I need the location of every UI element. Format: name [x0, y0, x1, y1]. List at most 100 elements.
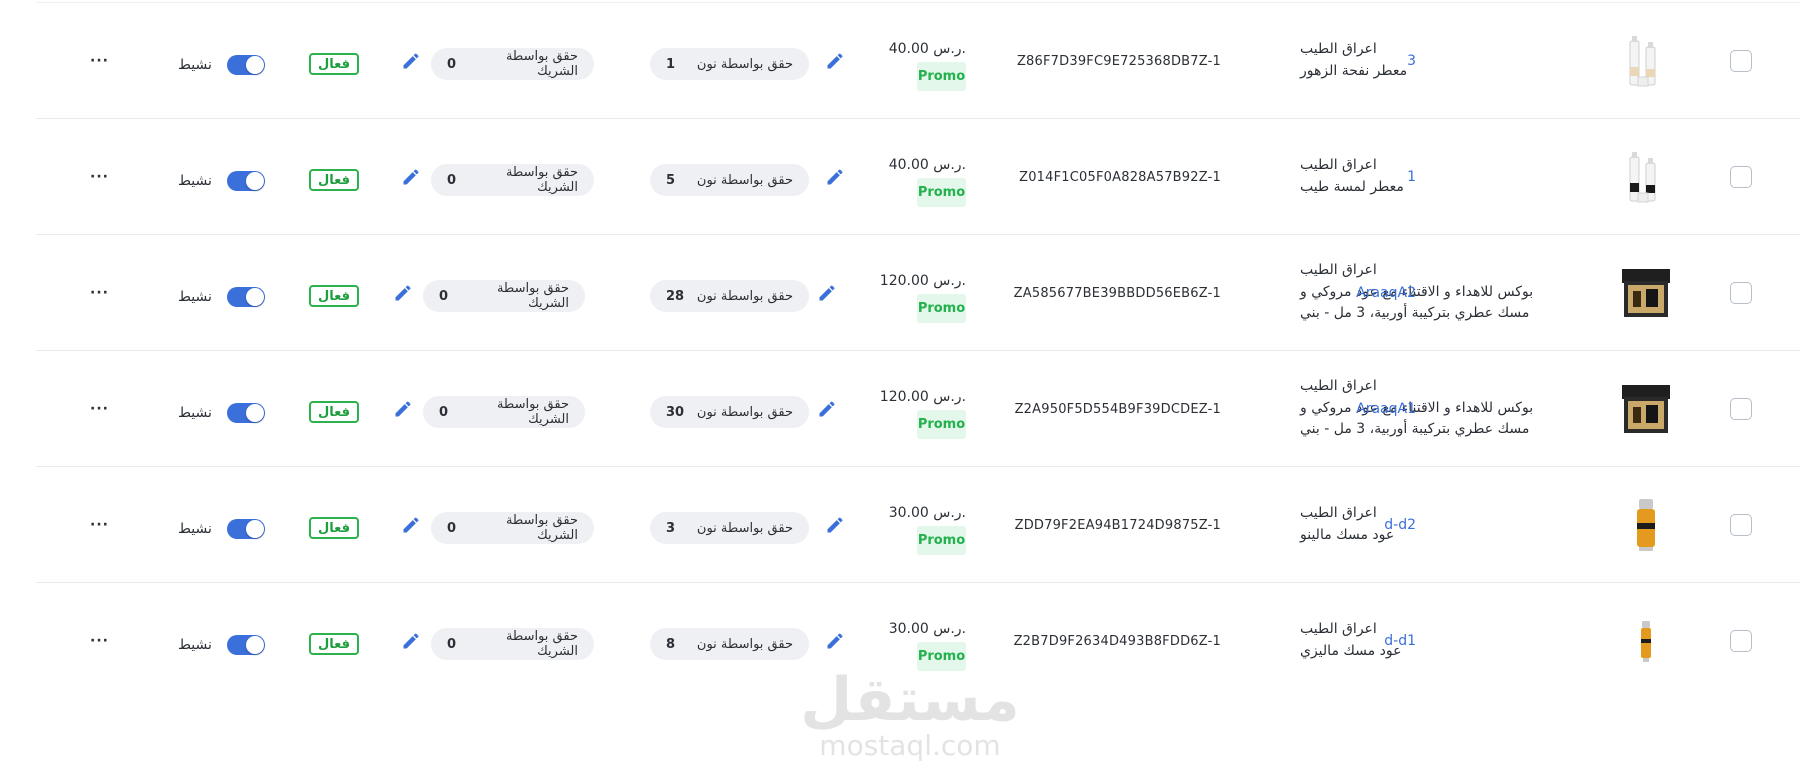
toggle-knob	[246, 172, 264, 190]
price: 120.00 ر.س.	[816, 273, 966, 289]
edit-stock-pencil-icon[interactable]	[401, 167, 421, 187]
noon-fulfilled-qty: 1	[666, 56, 676, 72]
edit-price-pencil-icon[interactable]	[825, 515, 845, 535]
partner-fulfilled-pill: حقق بواسطة الشريك 0	[431, 628, 594, 660]
more-actions-icon[interactable]: ···	[90, 401, 109, 417]
noon-fulfilled-qty: 5	[666, 172, 676, 188]
currency: ر.س.	[933, 157, 966, 173]
currency: ر.س.	[933, 41, 966, 57]
sku-link[interactable]: 1	[1281, 119, 1416, 235]
more-actions-icon[interactable]: ···	[90, 517, 109, 533]
edit-price-pencil-icon[interactable]	[817, 399, 837, 419]
partner-fulfilled-qty: 0	[447, 56, 457, 72]
promo-badge: Promo	[917, 178, 966, 207]
active-toggle[interactable]	[227, 171, 265, 191]
toggle-label: نشيط	[178, 173, 212, 189]
toggle-label: نشيط	[178, 637, 212, 653]
product-id: Z014F1C05F0A828A57B92Z-1	[1019, 169, 1221, 185]
sku-link[interactable]: d-d1	[1281, 583, 1416, 699]
toggle-knob	[246, 56, 264, 74]
toggle-knob	[246, 520, 264, 538]
product-thumbnail[interactable]	[1616, 31, 1676, 91]
edit-price-pencil-icon[interactable]	[825, 167, 845, 187]
edit-price-pencil-icon[interactable]	[825, 631, 845, 651]
edit-stock-pencil-icon[interactable]	[401, 631, 421, 651]
product-id: ZA585677BE39BBDD56EB6Z-1	[1013, 285, 1221, 301]
row-checkbox[interactable]	[1730, 282, 1752, 304]
partner-fulfilled-pill: حقق بواسطة الشريك 0	[423, 396, 585, 428]
noon-fulfilled-qty: 3	[666, 520, 676, 536]
noon-fulfilled-label: حقق بواسطة نون	[696, 404, 793, 420]
product-thumbnail[interactable]	[1616, 495, 1676, 555]
more-actions-icon[interactable]: ···	[90, 169, 109, 185]
table-row: اعراق الطيب عود مسك مالينو d-d2 ZDD79F2EA94…	[36, 466, 1800, 583]
status-badge: فعال	[309, 633, 359, 655]
edit-stock-pencil-icon[interactable]	[393, 399, 413, 419]
noon-fulfilled-pill: حقق بواسطة نون 5	[650, 164, 809, 196]
row-checkbox[interactable]	[1730, 398, 1752, 420]
edit-price-pencil-icon[interactable]	[817, 283, 837, 303]
edit-stock-pencil-icon[interactable]	[393, 283, 413, 303]
active-toggle[interactable]	[227, 519, 265, 539]
partner-fulfilled-pill: حقق بواسطة الشريك 0	[423, 280, 585, 312]
more-actions-icon[interactable]: ···	[90, 633, 109, 649]
table-row: اعراق الطيب بوكس للاهداء و الاقتناء مع عو…	[36, 234, 1800, 351]
status-badge: فعال	[309, 401, 359, 423]
table-row: اعراق الطيب معطر لمسة طيب 1 Z014F1C05F0A828…	[36, 118, 1800, 235]
toggle-label: نشيط	[178, 57, 212, 73]
product-thumbnail[interactable]	[1616, 263, 1676, 323]
active-toggle[interactable]	[227, 55, 265, 75]
product-thumbnail[interactable]	[1616, 611, 1676, 671]
watermark-latin: mostaql.com	[819, 729, 1001, 762]
status-badge: فعال	[309, 285, 359, 307]
currency: ر.س.	[933, 273, 966, 289]
noon-fulfilled-pill: حقق بواسطة نون 1	[650, 48, 809, 80]
active-toggle[interactable]	[227, 403, 265, 423]
price-value: 40.00	[888, 157, 929, 173]
status-badge: فعال	[309, 169, 359, 191]
partner-fulfilled-label: حقق بواسطة الشريك	[505, 513, 578, 543]
toggle-label: نشيط	[178, 289, 212, 305]
partner-fulfilled-qty: 0	[447, 172, 457, 188]
active-toggle[interactable]	[227, 287, 265, 307]
row-checkbox[interactable]	[1730, 514, 1752, 536]
sku-link[interactable]: d-d2	[1281, 467, 1416, 583]
partner-fulfilled-qty: 0	[447, 636, 457, 652]
partner-fulfilled-pill: حقق بواسطة الشريك 0	[431, 164, 594, 196]
toggle-knob	[246, 404, 264, 422]
promo-badge: Promo	[917, 642, 966, 671]
price-value: 120.00	[879, 389, 929, 405]
promo-badge: Promo	[917, 526, 966, 555]
product-id: Z86F7D39FC9E725368DB7Z-1	[1016, 53, 1221, 69]
product-id: Z2A950F5D554B9F39DCDEZ-1	[1014, 401, 1221, 417]
sku-link[interactable]: AraaqA1	[1281, 351, 1416, 467]
more-actions-icon[interactable]: ···	[90, 53, 109, 69]
partner-fulfilled-label: حقق بواسطة الشريك	[505, 49, 578, 79]
edit-stock-pencil-icon[interactable]	[401, 51, 421, 71]
product-id: Z2B7D9F2634D493B8FDD6Z-1	[1013, 633, 1221, 649]
price: 120.00 ر.س.	[816, 389, 966, 405]
active-toggle[interactable]	[227, 635, 265, 655]
row-checkbox[interactable]	[1730, 166, 1752, 188]
partner-fulfilled-qty: 0	[439, 404, 449, 420]
partner-fulfilled-label: حقق بواسطة الشريك	[496, 397, 569, 427]
row-checkbox[interactable]	[1730, 630, 1752, 652]
noon-fulfilled-qty: 8	[666, 636, 676, 652]
noon-fulfilled-pill: حقق بواسطة نون 30	[650, 396, 809, 428]
noon-fulfilled-pill: حقق بواسطة نون 8	[650, 628, 809, 660]
edit-price-pencil-icon[interactable]	[825, 51, 845, 71]
toggle-knob	[246, 636, 264, 654]
partner-fulfilled-pill: حقق بواسطة الشريك 0	[431, 48, 594, 80]
product-thumbnail[interactable]	[1616, 147, 1676, 207]
product-thumbnail[interactable]	[1616, 379, 1676, 439]
noon-fulfilled-qty: 30	[666, 404, 685, 420]
noon-fulfilled-label: حقق بواسطة نون	[696, 172, 793, 188]
noon-fulfilled-label: حقق بواسطة نون	[696, 636, 793, 652]
more-actions-icon[interactable]: ···	[90, 285, 109, 301]
sku-link[interactable]: 3	[1281, 3, 1416, 119]
edit-stock-pencil-icon[interactable]	[401, 515, 421, 535]
row-checkbox[interactable]	[1730, 50, 1752, 72]
partner-fulfilled-label: حقق بواسطة الشريك	[505, 165, 578, 195]
sku-link[interactable]: AraaqA2	[1281, 235, 1416, 351]
price-value: 40.00	[888, 41, 929, 57]
